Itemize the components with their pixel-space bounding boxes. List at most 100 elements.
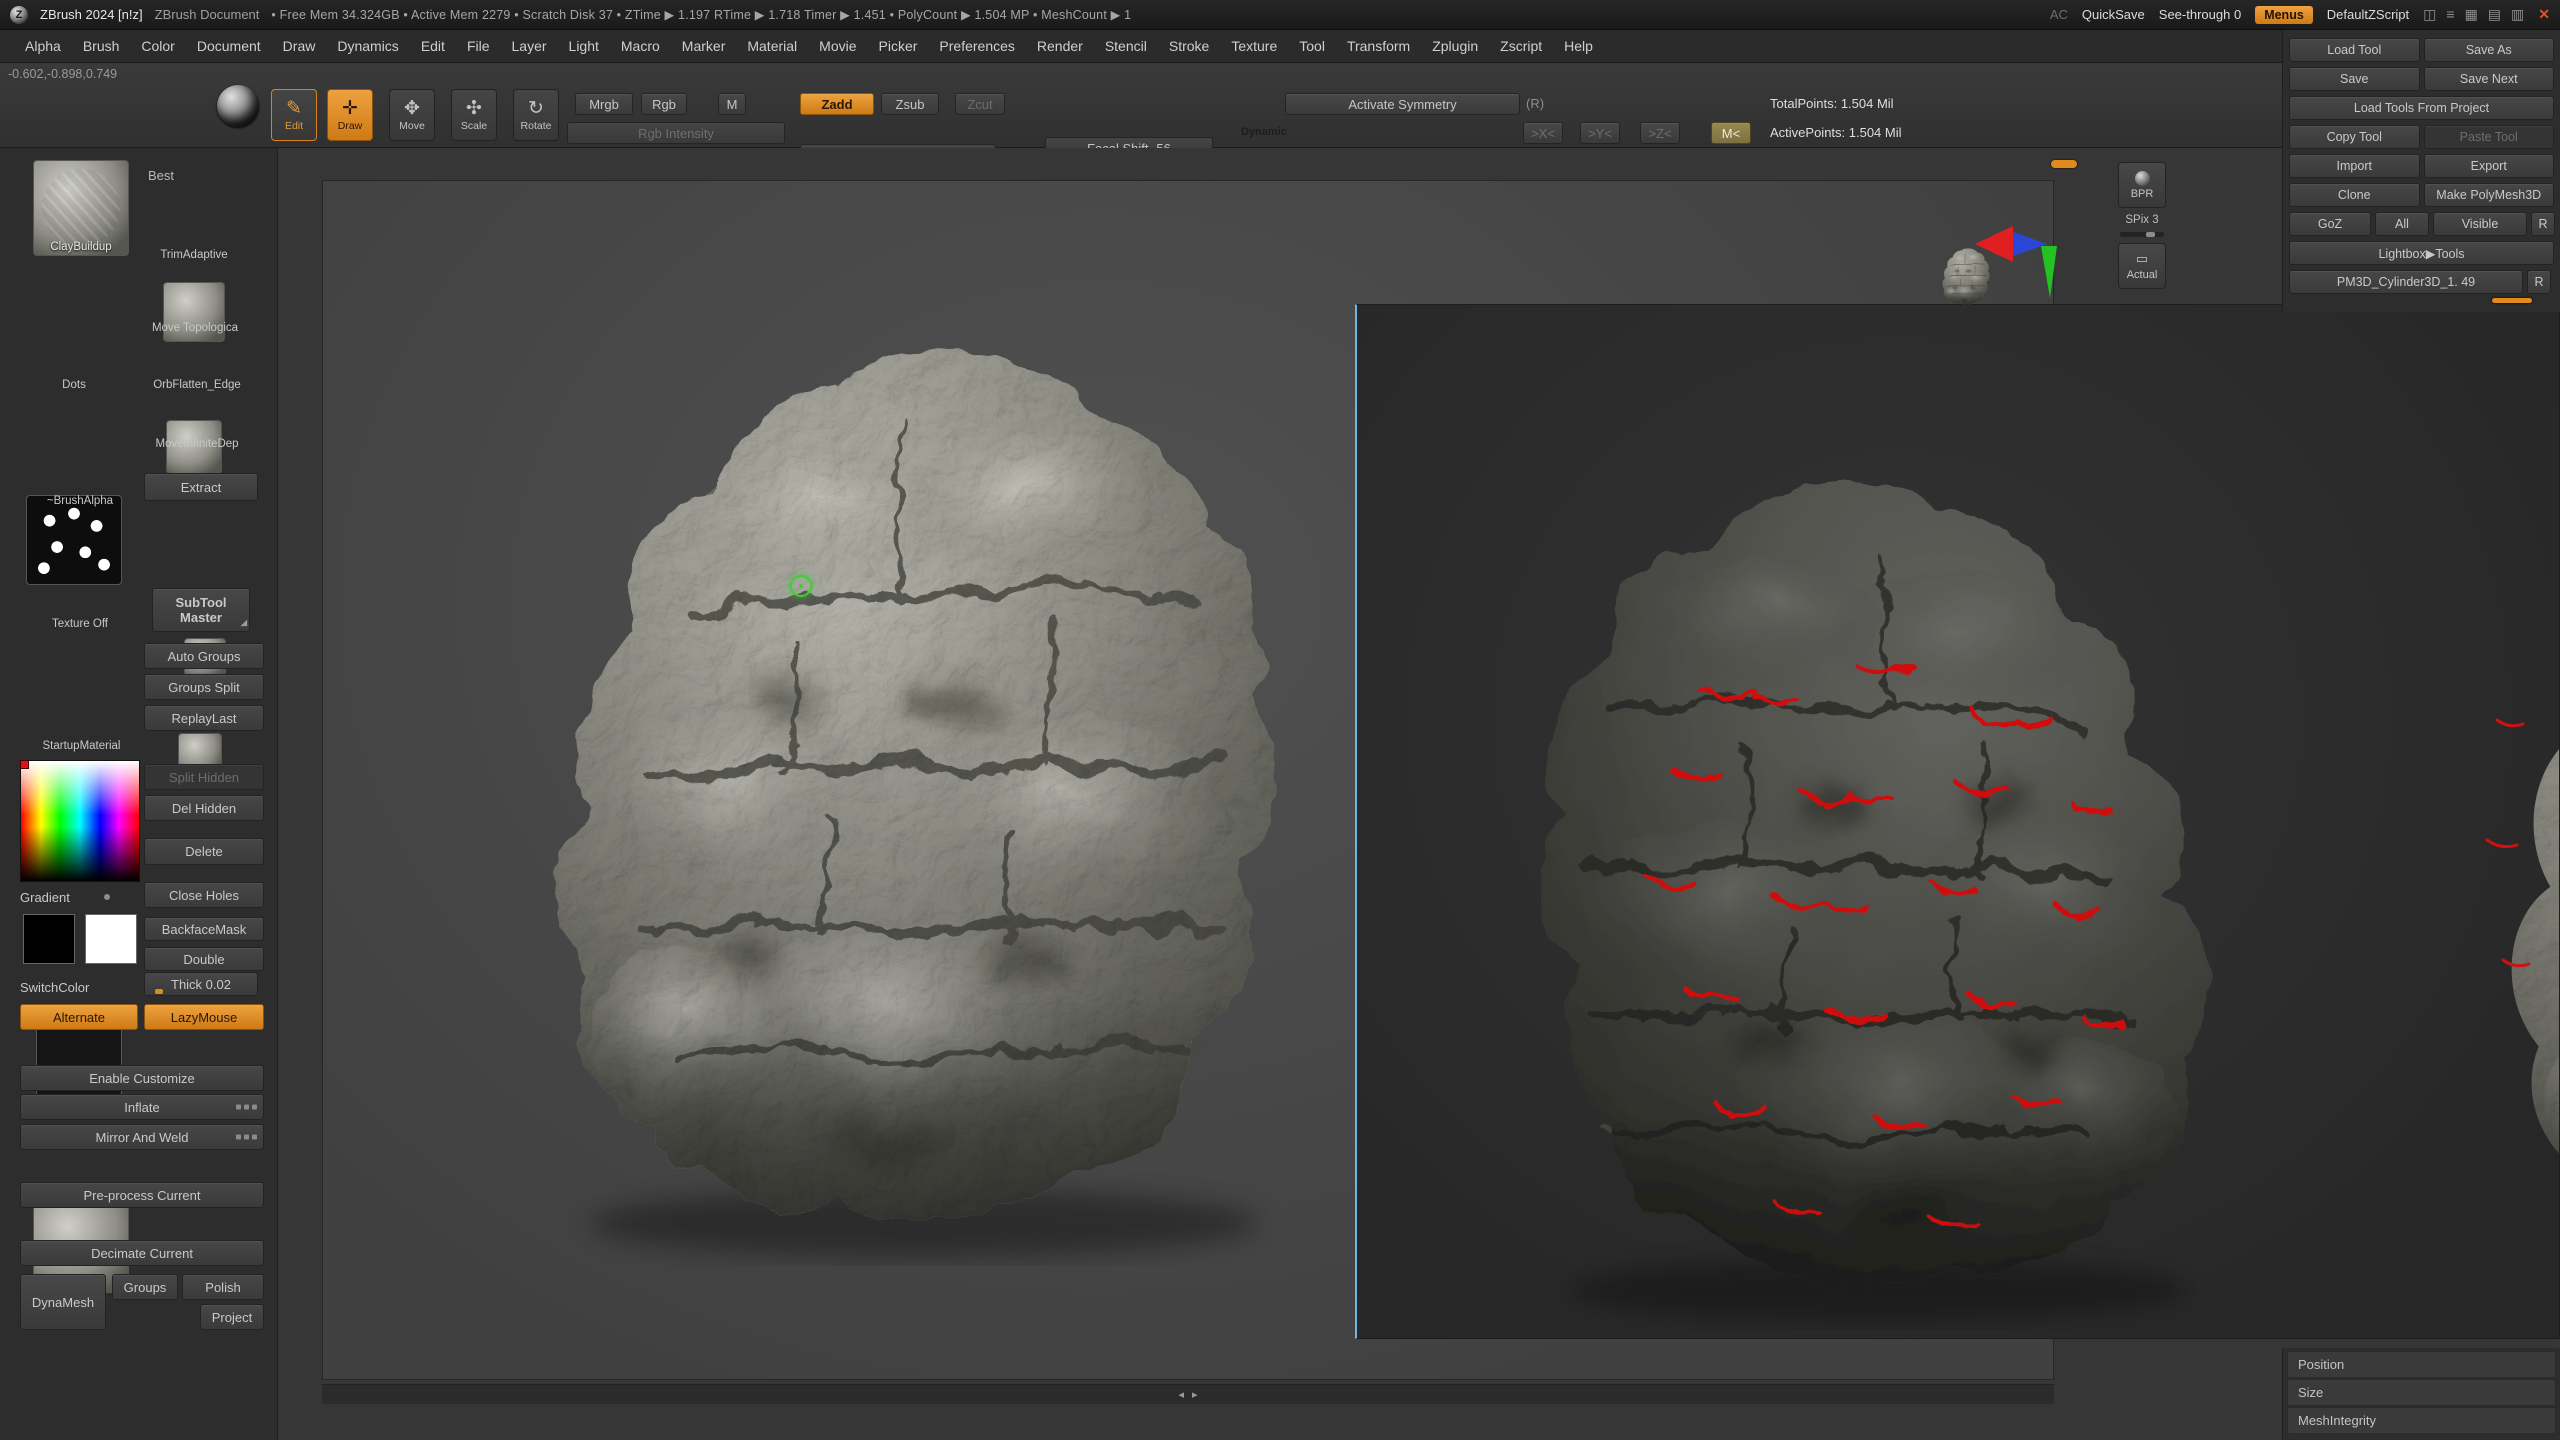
menu-item[interactable]: Texture (1220, 30, 1288, 62)
menu-item[interactable]: File (456, 30, 501, 62)
mrgb-button[interactable]: Mrgb (575, 93, 633, 115)
menu-item[interactable]: Draw (272, 30, 327, 62)
scale-button[interactable]: ✣ Scale (451, 89, 497, 141)
del-hidden-button[interactable]: Del Hidden (144, 795, 264, 821)
rotate-button[interactable]: ↻ Rotate (513, 89, 559, 141)
move-button[interactable]: ✥ Move (389, 89, 435, 141)
symmetry-m-button[interactable]: M< (1711, 122, 1751, 144)
save-button[interactable]: Save (2289, 67, 2420, 91)
thick-slider[interactable]: Thick 0.02 (144, 972, 258, 996)
goz-r-button[interactable]: R (2531, 212, 2555, 236)
gradient-toggle[interactable]: Gradient (20, 890, 70, 905)
symmetry-z-button[interactable]: >Z< (1640, 122, 1680, 144)
menu-item[interactable]: Dynamics (326, 30, 409, 62)
dynamesh-groups-button[interactable]: Groups (112, 1274, 178, 1300)
zadd-button[interactable]: Zadd (800, 93, 874, 115)
m-button[interactable]: M (718, 93, 746, 115)
backface-mask-button[interactable]: BackfaceMask (144, 917, 264, 941)
menu-item[interactable]: Light (558, 30, 610, 62)
menu-item[interactable]: Stroke (1158, 30, 1220, 62)
decimate-current-button[interactable]: Decimate Current (20, 1240, 264, 1266)
dynamesh-polish-button[interactable]: Polish (182, 1274, 264, 1300)
titlebar-utility-icon[interactable]: ▦ (2465, 6, 2478, 23)
scroll-right-icon[interactable]: ▸ (1192, 1388, 1198, 1401)
menu-item[interactable]: Brush (72, 30, 131, 62)
active-tool-button[interactable]: PM3D_Cylinder3D_1. 49 (2289, 270, 2523, 294)
mirror-axis-toggles[interactable] (236, 1135, 257, 1140)
goz-visible-button[interactable]: Visible (2433, 212, 2527, 236)
delete-button[interactable]: Delete (144, 838, 264, 865)
stroke-dots-thumb[interactable] (26, 495, 122, 585)
tool-palette-section-row[interactable]: Position (2287, 1351, 2556, 1378)
lazy-mouse-button[interactable]: LazyMouse (144, 1004, 264, 1030)
r-symmetry-toggle[interactable]: (R) (1526, 96, 1544, 111)
switch-color-button[interactable]: SwitchColor (20, 980, 89, 995)
menu-item[interactable]: Transform (1336, 30, 1421, 62)
goz-all-button[interactable]: All (2375, 212, 2429, 236)
titlebar-utility-icon[interactable]: ▤ (2488, 6, 2501, 23)
menu-item[interactable]: Marker (671, 30, 737, 62)
draw-button[interactable]: ✛ Draw (327, 89, 373, 141)
rgb-intensity-slider[interactable]: Rgb Intensity (567, 122, 785, 144)
goz-button[interactable]: GoZ (2289, 212, 2371, 236)
menu-item[interactable]: Layer (501, 30, 558, 62)
import-button[interactable]: Import (2289, 154, 2420, 178)
groups-split-button[interactable]: Groups Split (144, 674, 264, 700)
extract-button[interactable]: Extract (144, 473, 258, 501)
alternate-button[interactable]: Alternate (20, 1004, 138, 1030)
mirror-and-weld-button[interactable]: Mirror And Weld (20, 1124, 264, 1150)
edit-button[interactable]: ✎ Edit (271, 89, 317, 141)
menus-button[interactable]: Menus (2255, 6, 2313, 24)
menu-item[interactable]: Color (130, 30, 185, 62)
titlebar-utility-icon[interactable]: ◫ (2423, 6, 2436, 23)
menu-item[interactable]: Alpha (14, 30, 72, 62)
preprocess-current-button[interactable]: Pre-process Current (20, 1182, 264, 1208)
export-button[interactable]: Export (2424, 154, 2555, 178)
zcut-button[interactable]: Zcut (955, 93, 1005, 115)
main-color-swatch[interactable] (23, 914, 75, 964)
brush-claybuildup-thumb[interactable]: ClayBuildup (33, 160, 129, 256)
paste-tool-button[interactable]: Paste Tool (2424, 125, 2555, 149)
dynamesh-button[interactable]: DynaMesh (20, 1274, 106, 1330)
make-polymesh3d-button[interactable]: Make PolyMesh3D (2424, 183, 2555, 207)
menu-item[interactable]: Stencil (1094, 30, 1158, 62)
rgb-button[interactable]: Rgb (641, 93, 687, 115)
actual-size-button[interactable]: ▭ Actual (2118, 243, 2166, 289)
symmetry-y-button[interactable]: >Y< (1580, 122, 1620, 144)
see-through-slider[interactable]: See-through 0 (2159, 7, 2241, 22)
dynamic-draw-size-toggle[interactable]: Dynamic (1241, 126, 1287, 138)
close-holes-button[interactable]: Close Holes (144, 882, 264, 908)
clone-button[interactable]: Clone (2289, 183, 2420, 207)
copy-tool-button[interactable]: Copy Tool (2289, 125, 2420, 149)
inflate-axis-toggles[interactable] (236, 1105, 257, 1110)
load-tools-from-project-button[interactable]: Load Tools From Project (2289, 96, 2554, 120)
shelf-divider-handle[interactable] (2051, 160, 2077, 168)
menu-item[interactable]: Tool (1288, 30, 1336, 62)
symmetry-x-button[interactable]: >X< (1523, 122, 1563, 144)
menu-item[interactable]: Picker (868, 30, 929, 62)
titlebar-utility-icon[interactable]: ≡ (2446, 6, 2454, 23)
active-tool-preview-thumb[interactable] (1930, 246, 2002, 308)
scroll-left-icon[interactable]: ◂ (1178, 1388, 1184, 1401)
see-through-reference-panel[interactable] (1355, 304, 2560, 1339)
quicksave-button[interactable]: QuickSave (2082, 7, 2145, 22)
split-hidden-button[interactable]: Split Hidden (144, 764, 264, 790)
replay-last-button[interactable]: ReplayLast (144, 705, 264, 731)
canvas-bottom-scrollbar[interactable]: ◂ ▸ (322, 1384, 2054, 1404)
menu-item[interactable]: Help (1553, 30, 1604, 62)
load-tool-button[interactable]: Load Tool (2289, 38, 2420, 62)
subtool-master-button[interactable]: SubTool Master◢ (152, 588, 250, 632)
enable-customize-button[interactable]: Enable Customize (20, 1065, 264, 1091)
spix-slider[interactable] (2120, 232, 2164, 237)
save-as-button[interactable]: Save As (2424, 38, 2555, 62)
menu-item[interactable]: Preferences (928, 30, 1025, 62)
menu-item[interactable]: Document (186, 30, 272, 62)
titlebar-utility-icon[interactable]: ▥ (2511, 6, 2524, 23)
menu-item[interactable]: Material (736, 30, 808, 62)
dynamesh-project-button[interactable]: Project (200, 1304, 264, 1330)
menu-item[interactable]: Movie (808, 30, 867, 62)
lightbox-tools-button[interactable]: Lightbox▶Tools (2289, 241, 2554, 265)
secondary-color-swatch[interactable] (85, 914, 137, 964)
inflate-button[interactable]: Inflate (20, 1094, 264, 1120)
tool-palette-section-row[interactable]: MeshIntegrity (2287, 1407, 2556, 1434)
